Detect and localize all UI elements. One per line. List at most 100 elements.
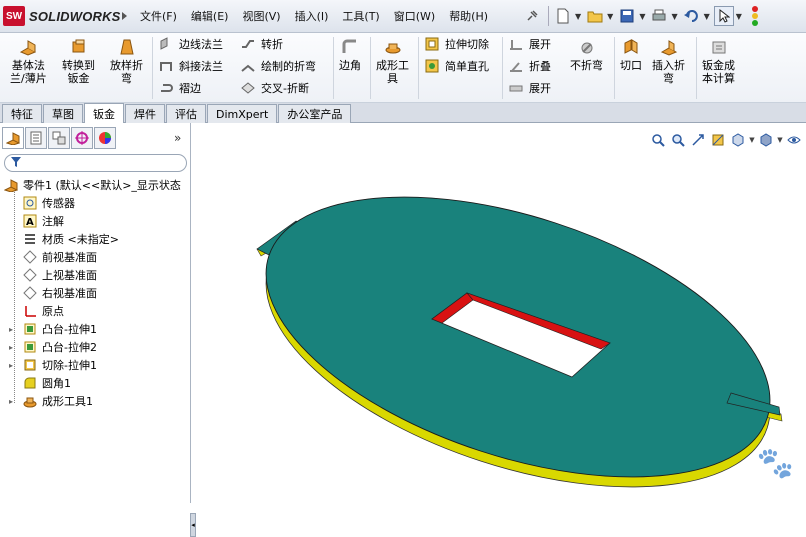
miter-flange-button[interactable]: 斜接法兰 bbox=[158, 58, 223, 74]
lofted-bend-label: 放样折 弯 bbox=[110, 59, 143, 85]
tab-1[interactable]: 草图 bbox=[43, 104, 83, 123]
pin-icon[interactable] bbox=[522, 6, 542, 26]
simple-hole-button[interactable]: 简单直孔 bbox=[424, 58, 489, 74]
tab-0[interactable]: 特征 bbox=[2, 104, 42, 123]
no-bends-button[interactable]: 不折弯 bbox=[570, 37, 603, 72]
corners-button[interactable]: 边角 bbox=[339, 37, 361, 72]
jog-button[interactable]: 转折 bbox=[240, 36, 283, 52]
lofted-bend-button[interactable]: 放样折 弯 bbox=[110, 37, 143, 85]
tree-root[interactable]: 零件1 (默认<<默认>_显示状态 bbox=[0, 176, 191, 194]
plane-icon bbox=[22, 267, 38, 283]
configuration-manager-tab-icon[interactable] bbox=[48, 127, 70, 149]
sheetmetal-costing-button[interactable]: 钣金成 本计算 bbox=[702, 37, 735, 85]
open-folder-icon[interactable] bbox=[585, 6, 605, 26]
unfold-button[interactable]: 展开 bbox=[508, 36, 551, 52]
undo-icon[interactable] bbox=[682, 6, 702, 26]
chevron-down-icon[interactable]: ▼ bbox=[704, 12, 710, 21]
chevron-down-icon[interactable]: ▼ bbox=[575, 12, 581, 21]
tree-item-label: 成形工具1 bbox=[42, 395, 93, 408]
tree-item-label: 注解 bbox=[42, 215, 64, 228]
save-icon[interactable] bbox=[617, 6, 637, 26]
cut-extrude-icon bbox=[22, 357, 38, 373]
menu-item-2[interactable]: 视图(V) bbox=[242, 8, 280, 24]
menu-item-6[interactable]: 帮助(H) bbox=[449, 8, 488, 24]
edge-flange-label: 边线法兰 bbox=[179, 38, 223, 51]
expand-arrow-icon[interactable]: ▸ bbox=[9, 361, 13, 370]
forming-tool-button[interactable]: 成形工 具 bbox=[376, 37, 409, 85]
rip-button[interactable]: 切口 bbox=[620, 37, 642, 72]
sketched-bend-button[interactable]: 绘制的折弯 bbox=[240, 58, 316, 74]
feature-tree: 零件1 (默认<<默认>_显示状态 传感器 A 注解材质 <未指定> 前视基准面 上视基… bbox=[0, 176, 191, 410]
chevron-down-icon[interactable]: ▼ bbox=[671, 12, 677, 21]
menu-item-0[interactable]: 文件(F) bbox=[140, 8, 177, 24]
menu-item-5[interactable]: 窗口(W) bbox=[394, 8, 435, 24]
feature-tree-filter[interactable] bbox=[4, 154, 187, 172]
expand-arrow-icon[interactable]: ▸ bbox=[9, 325, 13, 334]
extruded-cut-button[interactable]: 拉伸切除 bbox=[424, 36, 489, 52]
tab-6[interactable]: 办公室产品 bbox=[278, 104, 352, 123]
menu-item-4[interactable]: 工具(T) bbox=[342, 8, 379, 24]
chevron-down-icon[interactable]: ▼ bbox=[639, 12, 645, 21]
edge-flange-button[interactable]: 边线法兰 bbox=[158, 36, 223, 52]
solidworks-logo[interactable]: SW SOLIDWORKS bbox=[3, 6, 121, 26]
rebuild-traffic-light-icon[interactable] bbox=[750, 5, 760, 27]
tab-4[interactable]: 评估 bbox=[166, 104, 206, 123]
menu-item-3[interactable]: 插入(I) bbox=[295, 8, 329, 24]
print-icon[interactable] bbox=[649, 6, 669, 26]
expand-arrow-icon[interactable]: ▸ bbox=[9, 397, 13, 406]
logo-text: SOLIDWORKS bbox=[29, 8, 121, 24]
expand-arrow-icon[interactable]: ▸ bbox=[9, 343, 13, 352]
fold-button[interactable]: 折叠 bbox=[508, 58, 551, 74]
tree-item[interactable]: ▸ 凸台-拉伸1 bbox=[0, 320, 191, 338]
sheet-metal-part-model[interactable] bbox=[191, 123, 806, 503]
feature-tree-tab-icon[interactable] bbox=[2, 127, 24, 149]
base-flange-icon bbox=[17, 37, 39, 57]
new-document-icon[interactable] bbox=[553, 6, 573, 26]
tab-5[interactable]: DimXpert bbox=[207, 104, 278, 123]
chevron-down-icon[interactable]: ▼ bbox=[736, 12, 742, 21]
insert-bends-button[interactable]: 插入折 弯 bbox=[652, 37, 685, 85]
flatten-button[interactable]: 展开 bbox=[508, 80, 551, 96]
tree-item[interactable]: 原点 bbox=[0, 302, 191, 320]
tree-item[interactable]: 传感器 bbox=[0, 194, 191, 212]
tab-2[interactable]: 钣金 bbox=[84, 103, 124, 123]
cross-break-button[interactable]: 交叉-折断 bbox=[240, 80, 309, 96]
tree-item[interactable]: ▸ 凸台-拉伸2 bbox=[0, 338, 191, 356]
sensor-icon bbox=[22, 195, 38, 211]
tree-item[interactable]: 前视基准面 bbox=[0, 248, 191, 266]
title-bar: SW SOLIDWORKS 文件(F) 编辑(E) 视图(V) 插入(I) 工具(T) 窗… bbox=[0, 0, 806, 33]
tab-3[interactable]: 焊件 bbox=[125, 104, 165, 123]
tree-item-label: 原点 bbox=[42, 305, 64, 318]
tree-item[interactable]: 材质 <未指定> bbox=[0, 230, 191, 248]
logo-menu-arrow-icon[interactable] bbox=[122, 12, 127, 20]
chevron-right-icon[interactable]: » bbox=[174, 131, 181, 145]
tree-item-label: 传感器 bbox=[42, 197, 75, 210]
tree-item[interactable]: 圆角1 bbox=[0, 374, 191, 392]
dimxpert-manager-tab-icon[interactable] bbox=[71, 127, 93, 149]
jog-icon bbox=[240, 36, 256, 52]
standard-toolbar: ▼ ▼ ▼ ▼ ▼ ▼ bbox=[522, 5, 760, 27]
no-bends-label: 不折弯 bbox=[570, 59, 603, 72]
display-manager-tab-icon[interactable] bbox=[94, 127, 116, 149]
ribbon-separator bbox=[502, 37, 503, 99]
panel-collapse-handle[interactable]: ◂ bbox=[190, 513, 196, 537]
convert-to-sheetmetal-button[interactable]: 转换到 钣金 bbox=[62, 37, 95, 85]
graphics-viewport[interactable]: ▼ ▼ 🐾 bbox=[191, 123, 806, 503]
tree-item[interactable]: 右视基准面 bbox=[0, 284, 191, 302]
tree-item[interactable]: A 注解 bbox=[0, 212, 191, 230]
extruded-cut-label: 拉伸切除 bbox=[445, 38, 489, 51]
tree-item[interactable]: ▸ 成形工具1 bbox=[0, 392, 191, 410]
base-flange-button[interactable]: 基体法 兰/薄片 bbox=[10, 37, 47, 85]
tree-item[interactable]: 上视基准面 bbox=[0, 266, 191, 284]
tree-item[interactable]: ▸ 切除-拉伸1 bbox=[0, 356, 191, 374]
lofted-bend-icon bbox=[116, 37, 138, 57]
chevron-down-icon[interactable]: ▼ bbox=[607, 12, 613, 21]
ribbon-separator bbox=[696, 37, 697, 99]
hem-button[interactable]: 褶边 bbox=[158, 80, 201, 96]
insert-bends-icon bbox=[658, 37, 680, 57]
menu-item-1[interactable]: 编辑(E) bbox=[191, 8, 229, 24]
tree-item-label: 材质 <未指定> bbox=[42, 233, 119, 246]
select-pointer-icon[interactable] bbox=[713, 6, 734, 26]
property-manager-tab-icon[interactable] bbox=[25, 127, 47, 149]
fillet-icon bbox=[22, 375, 38, 391]
